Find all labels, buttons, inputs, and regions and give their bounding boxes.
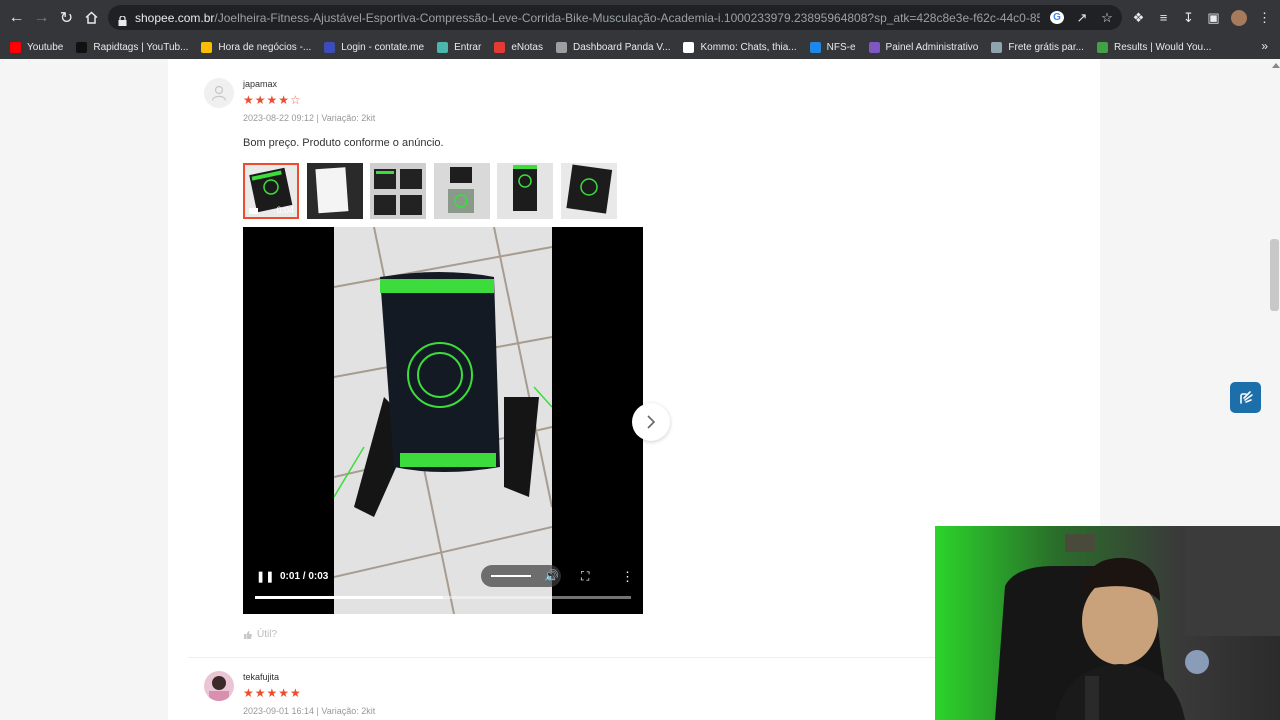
reviewer-avatar (204, 78, 234, 108)
lock-icon (118, 13, 127, 26)
reading-list-icon[interactable]: ≡ (1156, 10, 1171, 25)
reload-icon[interactable]: ↻ (54, 5, 79, 30)
kommo-icon (683, 41, 695, 53)
download-icon[interactable]: ↧ (1181, 10, 1196, 26)
bookmark-results[interactable]: Results | Would You... (1096, 41, 1211, 53)
bookmark-rapidtags[interactable]: Rapidtags | YouTub... (76, 41, 188, 53)
video-progress-fill (255, 596, 443, 599)
accessibility-button[interactable] (1230, 382, 1261, 413)
media-thumbnail-video[interactable]: 0:04 (243, 163, 299, 219)
menu-icon[interactable]: ⋮ (1257, 10, 1272, 26)
media-thumbnail[interactable] (370, 163, 426, 219)
video-camera-icon (249, 208, 258, 214)
review-comment: Bom preço. Produto conforme o anúncio. (243, 137, 444, 149)
next-media-button[interactable] (632, 403, 670, 441)
media-thumbnail[interactable] (561, 163, 617, 219)
bookmark-hora-de-negocios[interactable]: Hora de negócios -... (201, 41, 311, 53)
bookmark-frete-gratis[interactable]: Frete grátis par... (991, 41, 1084, 53)
url-host: shopee.com.br (135, 10, 215, 25)
bookmark-youtube[interactable]: Youtube (10, 41, 63, 53)
star-rating: ★★★★★ (243, 686, 302, 700)
helpful-button[interactable]: Útil? (243, 629, 277, 640)
helpful-label: Útil? (257, 629, 278, 640)
nfse-icon (809, 41, 821, 53)
reviewer-avatar (204, 671, 234, 701)
bookmark-login-contate[interactable]: Login - contate.me (324, 41, 424, 53)
video-frame (334, 227, 552, 614)
entrar-icon (437, 41, 449, 53)
more-options-icon[interactable]: ⋮ (621, 569, 634, 585)
share-icon[interactable]: ↗ (1075, 10, 1089, 26)
bookmark-painel-administrativo[interactable]: Painel Administrativo (868, 41, 978, 53)
page-content: japamax ★★★★☆ 2023-08-22 09:12 | Variaçã… (0, 59, 1280, 720)
volume-icon[interactable]: 🔊 (544, 569, 559, 583)
review-video-player[interactable]: ❚❚ 0:01 / 0:03 🔊 ⛶ ⋮ (243, 227, 643, 614)
thumbnail-duration: 0:04 (276, 205, 294, 215)
bookmarks-overflow-icon[interactable]: » (1261, 39, 1268, 53)
thumbs-up-icon (244, 630, 252, 639)
bookmark-enotas[interactable]: eNotas (494, 41, 543, 53)
profile-avatar[interactable] (1231, 9, 1247, 26)
media-thumbnail[interactable] (497, 163, 553, 219)
media-thumbnail[interactable] (434, 163, 490, 219)
video-time: 0:01 / 0:03 (280, 571, 329, 582)
page-scrollbar[interactable] (1270, 239, 1279, 311)
contate-icon (324, 41, 336, 53)
extensions-icon[interactable]: ❖ (1131, 10, 1146, 26)
reviewer-username[interactable]: tekafujita (243, 672, 279, 682)
google-icon[interactable]: G (1050, 11, 1064, 24)
sign-language-icon (1239, 390, 1253, 404)
review-meta: 2023-09-01 16:14 | Variação: 2kit (243, 706, 376, 716)
scroll-up-arrow[interactable] (1272, 63, 1280, 68)
media-thumbnail[interactable] (307, 163, 363, 219)
frete-icon (991, 41, 1003, 53)
side-panel-icon[interactable]: ▣ (1206, 10, 1221, 26)
home-icon[interactable] (79, 5, 104, 30)
bookmark-dashboard-panda[interactable]: Dashboard Panda V... (556, 41, 670, 53)
bookmarks-bar: Youtube Rapidtags | YouTub... Hora de ne… (0, 35, 1280, 59)
rapidtags-icon (76, 41, 88, 53)
user-photo (209, 676, 229, 701)
forward-icon[interactable]: → (29, 5, 54, 30)
painel-icon (868, 41, 880, 53)
enotas-icon (494, 41, 506, 53)
drive-icon (201, 41, 213, 53)
back-icon[interactable]: ← (4, 5, 29, 30)
chevron-right-icon (647, 415, 656, 429)
review-meta: 2023-08-22 09:12 | Variação: 2kit (243, 113, 376, 123)
user-icon (211, 85, 227, 101)
webcam-overlay (935, 526, 1280, 720)
address-bar[interactable]: shopee.com.br/Joelheira-Fitness-Ajustáve… (108, 5, 1122, 30)
url-text: shopee.com.br/Joelheira-Fitness-Ajustáve… (135, 11, 1040, 25)
video-progress-bar[interactable] (255, 596, 631, 599)
stars-filled: ★★★★ (243, 93, 291, 107)
reviewer-username[interactable]: japamax (243, 79, 277, 89)
youtube-icon (10, 41, 21, 53)
volume-level (491, 575, 531, 577)
fullscreen-icon[interactable]: ⛶ (581, 569, 589, 584)
star-bookmark-icon[interactable]: ☆ (1100, 10, 1114, 26)
pause-icon[interactable]: ❚❚ (256, 570, 274, 583)
panda-icon (556, 41, 567, 53)
star-rating: ★★★★☆ (243, 93, 302, 107)
results-icon (1096, 41, 1108, 53)
stars-empty: ☆ (290, 93, 302, 107)
bookmark-entrar[interactable]: Entrar (437, 41, 481, 53)
url-path: /Joelheira-Fitness-Ajustável-Esportiva-C… (214, 10, 1040, 25)
browser-toolbar: ← → ↻ shopee.com.br/Joelheira-Fitness-Aj… (0, 0, 1280, 35)
bookmark-nfse[interactable]: NFS-e (809, 41, 856, 53)
bookmark-kommo[interactable]: Kommo: Chats, thia... (683, 41, 797, 53)
